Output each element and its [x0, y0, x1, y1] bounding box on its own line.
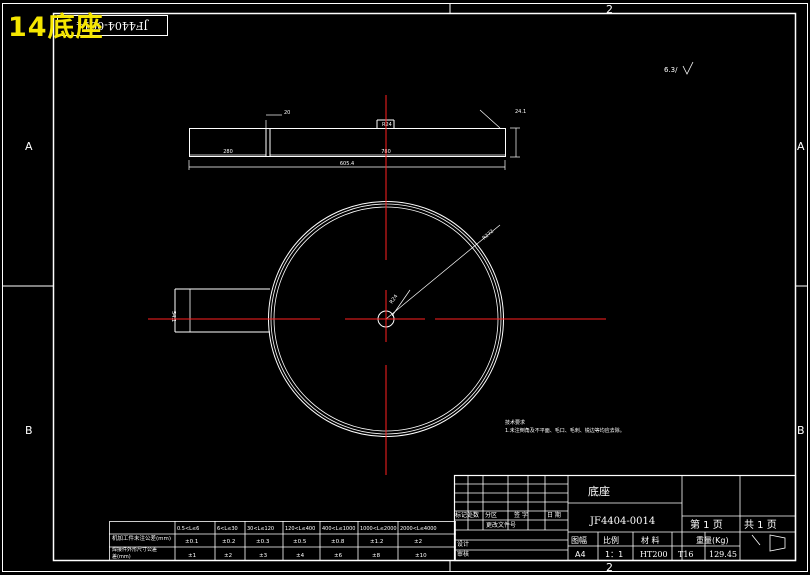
sheet-number: 第 1 页 [690, 518, 723, 531]
overlay-title: 14底座 [8, 12, 104, 43]
tol-range: 0.5<L≤6 [177, 526, 199, 532]
tol-value-1: ±0.1 [185, 539, 198, 545]
tolerance-labels: 机加工件未注公差(mm) 焊接件外形尺寸公差 差(mm) 0.5<L≤6 6<L… [112, 526, 437, 560]
dim-left: 280 [223, 149, 233, 155]
tol-value-1: ±0.3 [256, 539, 270, 545]
tol-value-1: ±1.2 [370, 539, 383, 545]
sheet-frame [2, 3, 808, 572]
value-material: HT200 [640, 550, 668, 559]
header-weight: 重量(Kg) [696, 535, 729, 545]
part-name: 底座 [588, 484, 610, 498]
tol-value-2: ±6 [334, 553, 343, 559]
roughness-text: 6.3/ [664, 66, 678, 74]
dim-thick: 24.1 [515, 109, 526, 115]
tol-value-2: ±2 [224, 553, 232, 559]
tol-range: 30<L≤120 [247, 526, 274, 532]
value-material-2: T16 [678, 550, 694, 559]
title-block-text: 底座 JF4404-0014 第 1 页 共 1 页 标记处数 分区 更改文件号… [455, 484, 777, 559]
roughness-symbol: 6.3/ [664, 61, 694, 75]
role-design: 设计 [457, 540, 469, 548]
header-scale: 比例 [603, 535, 619, 545]
part-top-view [188, 109, 520, 170]
tol-value-1: ±2 [414, 539, 422, 545]
tol-value-2: ±8 [372, 553, 381, 559]
dim-center: R24 [389, 294, 400, 306]
rev-sign: 签 字 [514, 511, 528, 519]
zone-col-bottom: 2 [606, 561, 613, 574]
cad-drawing-sheet: 2 2 A A B B JF4404-0014 6.3/ 605.4 780 2… [2, 3, 808, 574]
notes-line-1: 1.未注倒角及不平面、毛口、毛刺、锐边等均应去除。 [505, 427, 625, 434]
value-weight: 129.45 [709, 550, 737, 559]
plan-view-dimensions: R272 R24 54.1 [170, 229, 495, 323]
center-lines [148, 95, 606, 475]
tol-range: 2000<L≤4000 [400, 526, 437, 532]
tol-row2-label-b: 差(mm) [112, 553, 131, 560]
rev-marks: 标记处数 [455, 511, 479, 519]
zone-row-b-right: B [797, 424, 805, 437]
tol-row2-label: 焊接件外形尺寸公差 [112, 546, 157, 553]
tol-range: 400<L≤1000 [322, 526, 355, 532]
tol-value-2: ±10 [415, 553, 427, 559]
rev-doc: 更改文件号 [486, 521, 516, 529]
top-view-dimensions: 605.4 780 280 20 24.1 R24 [223, 109, 526, 167]
zone-row-b-left: B [25, 424, 33, 437]
value-scale: 1：1 [605, 550, 623, 559]
role-check: 审核 [457, 550, 469, 558]
value-format: A4 [575, 550, 586, 559]
tol-range: 120<L≤400 [285, 526, 315, 532]
header-material: 材 料 [641, 535, 660, 545]
dim-side: 54.1 [170, 311, 176, 322]
tol-value-2: ±4 [296, 553, 305, 559]
drawing-number: JF4404-0014 [589, 516, 655, 527]
tol-value-1: ±0.5 [293, 539, 307, 545]
header-format: 图幅 [571, 535, 587, 545]
zone-col-top: 2 [606, 3, 613, 16]
tol-range: 6<L≤30 [217, 526, 238, 532]
zone-row-a-right: A [797, 140, 805, 153]
tol-row1-label: 机加工件未注公差(mm) [112, 534, 171, 542]
dim-hole: 20 [284, 110, 290, 116]
tol-value-2: ±3 [259, 553, 268, 559]
tol-range: 1000<L≤2000 [360, 526, 397, 532]
zone-row-a-left: A [25, 140, 33, 153]
zone-labels: 2 2 A A B B [25, 3, 805, 574]
technical-notes: 技术要求 1.未注倒角及不平面、毛口、毛刺、锐边等均应去除。 [505, 419, 625, 434]
notes-title: 技术要求 [505, 419, 525, 426]
tol-value-2: ±1 [188, 553, 196, 559]
dim-center-top: R24 [382, 122, 392, 128]
sheet-total: 共 1 页 [744, 519, 777, 531]
rev-zone: 分区 [485, 511, 497, 519]
tol-value-1: ±0.8 [331, 539, 345, 545]
dim-length: 605.4 [340, 161, 354, 167]
tol-value-1: ±0.2 [222, 539, 235, 545]
rev-date: 日 期 [547, 511, 561, 519]
